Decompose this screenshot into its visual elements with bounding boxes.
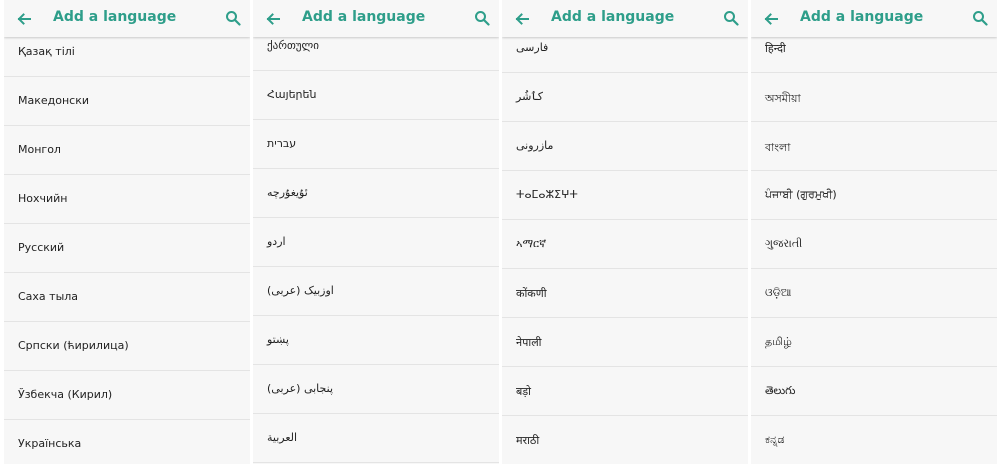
language-label: ქართული <box>267 39 319 52</box>
list-item[interactable]: ગુજરાતી <box>751 220 997 269</box>
app-bar: Add a language <box>502 0 748 37</box>
page-title: Add a language <box>800 9 924 25</box>
language-label: ଓଡ଼ିଆ <box>765 286 792 299</box>
language-label: తెలుగు <box>765 384 796 397</box>
list-item[interactable]: Ўзбекча (Кирил) <box>4 371 250 420</box>
language-list: Қазақ тілі Македонски Монгол Нохчийн Рус… <box>4 28 250 464</box>
language-label: فارسی <box>516 41 549 54</box>
language-label: اردو <box>267 235 286 248</box>
list-item[interactable]: Македонски <box>4 77 250 126</box>
language-label: Македонски <box>18 94 90 107</box>
arrow-back-icon[interactable] <box>761 9 781 29</box>
list-item[interactable]: मराठी <box>502 416 748 464</box>
list-item[interactable]: বাংলা <box>751 122 997 171</box>
list-item[interactable]: پښتو <box>253 316 499 365</box>
list-item[interactable]: Монгол <box>4 126 250 175</box>
language-label: नेपाली <box>516 336 542 349</box>
language-list: ქართული Հայերեն עברית ئۇيغۇرچە اردو اوزب… <box>253 22 499 463</box>
list-item[interactable]: অসমীয়া <box>751 73 997 122</box>
list-item[interactable]: Српски (ћирилица) <box>4 322 250 371</box>
language-label: Ўзбекча (Кирил) <box>18 388 113 401</box>
search-icon[interactable] <box>225 10 241 26</box>
arrow-back-icon[interactable] <box>263 9 283 29</box>
list-item[interactable]: बड़ो <box>502 367 748 416</box>
arrow-back-icon[interactable] <box>14 9 34 29</box>
list-item[interactable]: العربية <box>253 414 499 463</box>
language-label: बड़ो <box>516 385 532 398</box>
app-bar: Add a language <box>751 0 997 37</box>
list-item[interactable]: ଓଡ଼ିଆ <box>751 269 997 318</box>
list-item[interactable]: Українська <box>4 420 250 464</box>
search-icon[interactable] <box>474 10 490 26</box>
app-bar: Add a language <box>253 0 499 37</box>
language-label: ኣማርኛ <box>516 237 547 250</box>
language-panel-1: Қазақ тілі Македонски Монгол Нохчийн Рус… <box>4 0 250 464</box>
list-item[interactable]: Русский <box>4 224 250 273</box>
language-label: مازرونی <box>516 139 554 152</box>
app-bar: Add a language <box>4 0 250 37</box>
search-icon[interactable] <box>723 10 739 26</box>
list-item[interactable]: ኣማርኛ <box>502 220 748 269</box>
language-label: ગુજરાતી <box>765 237 803 250</box>
language-label: עברית <box>267 137 297 150</box>
language-panel-4: हिन्दी অসমীয়া বাংলা ਪੰਜਾਬੀ (ਗੁਰਮੁਖੀ) ગુ… <box>751 0 997 464</box>
language-panel-2: ქართული Հայերեն עברית ئۇيغۇرچە اردو اوزب… <box>253 0 499 464</box>
list-item[interactable]: Нохчийн <box>4 175 250 224</box>
language-label: Саха тыла <box>18 290 79 303</box>
language-list: हिन्दी অসমীয়া বাংলা ਪੰਜਾਬੀ (ਗੁਰਮੁਖੀ) ગુ… <box>751 24 997 464</box>
language-label: Русский <box>18 241 65 254</box>
arrow-back-icon[interactable] <box>512 9 532 29</box>
page-title: Add a language <box>53 9 177 25</box>
list-item[interactable]: کٲشُر <box>502 73 748 122</box>
language-label: कोंकणी <box>516 287 547 300</box>
list-item[interactable]: ಕನ್ನಡ <box>751 416 997 464</box>
language-label: অসমীয়া <box>765 92 801 105</box>
language-label: Монгол <box>18 143 61 156</box>
page-title: Add a language <box>302 9 426 25</box>
list-item[interactable]: कोंकणी <box>502 269 748 318</box>
language-panel-3: فارسی کٲشُر مازرونی ⵜⴰⵎⴰⵣⵉⵖⵜ ኣማርኛ कोंकणी… <box>502 0 748 464</box>
list-item[interactable]: Саха тыла <box>4 273 250 322</box>
list-item[interactable]: اوزبیک (عربی) <box>253 267 499 316</box>
list-item[interactable]: مازرونی <box>502 122 748 171</box>
language-label: Српски (ћирилица) <box>18 339 129 352</box>
list-item[interactable]: پنجابی (عربی) <box>253 365 499 414</box>
search-icon[interactable] <box>972 10 988 26</box>
language-label: پنجابی (عربی) <box>267 382 334 395</box>
language-label: Українська <box>18 437 82 450</box>
language-label: ਪੰਜਾਬੀ (ਗੁਰਮੁਖੀ) <box>765 188 837 201</box>
list-item[interactable]: עברית <box>253 120 499 169</box>
language-label: پښتو <box>267 333 289 346</box>
language-list: فارسی کٲشُر مازرونی ⵜⴰⵎⴰⵣⵉⵖⵜ ኣማርኛ कोंकणी… <box>502 24 748 464</box>
language-label: کٲشُر <box>516 90 543 103</box>
language-label: ಕನ್ನಡ <box>765 433 785 446</box>
list-item[interactable]: اردو <box>253 218 499 267</box>
language-label: Հայերեն <box>267 88 317 101</box>
language-label: मराठी <box>516 434 540 447</box>
list-item[interactable]: नेपाली <box>502 318 748 367</box>
language-label: हिन्दी <box>765 42 786 55</box>
language-label: ئۇيغۇرچە <box>267 186 308 199</box>
language-label: বাংলা <box>765 141 791 154</box>
list-item[interactable]: ⵜⴰⵎⴰⵣⵉⵖⵜ <box>502 171 748 220</box>
language-label: தமிழ் <box>765 335 792 348</box>
language-label: ⵜⴰⵎⴰⵣⵉⵖⵜ <box>516 188 578 201</box>
list-item[interactable]: தமிழ் <box>751 318 997 367</box>
language-label: Нохчийн <box>18 192 68 205</box>
list-item[interactable]: ئۇيغۇرچە <box>253 169 499 218</box>
list-item[interactable]: ਪੰਜਾਬੀ (ਗੁਰਮੁਖੀ) <box>751 171 997 220</box>
language-label: العربية <box>267 431 298 444</box>
language-label: اوزبیک (عربی) <box>267 284 334 297</box>
language-label: Қазақ тілі <box>18 45 75 58</box>
page-title: Add a language <box>551 9 675 25</box>
list-item[interactable]: Հայերեն <box>253 71 499 120</box>
list-item[interactable]: తెలుగు <box>751 367 997 416</box>
